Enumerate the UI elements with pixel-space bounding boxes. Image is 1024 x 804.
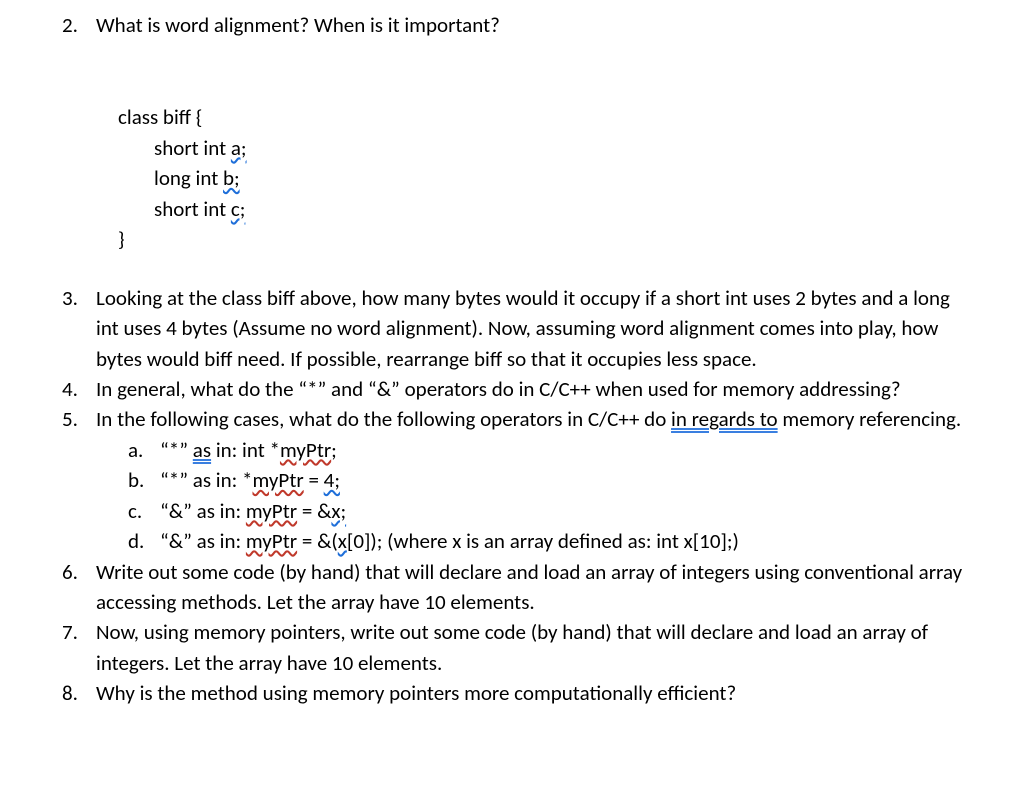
q5-item-c: c. “&” as in: myPtr = &x;: [96, 496, 964, 526]
q5c-p2: = &: [297, 498, 331, 524]
q5d-p1: “&” as in:: [160, 528, 246, 554]
q6-text: Write out some code (by hand) that will …: [96, 557, 964, 618]
q5c-x: x;: [331, 498, 346, 524]
q5b-myptr: myPtr: [252, 467, 303, 493]
q5d-x: x: [338, 528, 347, 554]
question-8: 8. Why is the method using memory pointe…: [60, 678, 964, 708]
code-l3-keyword: long int: [154, 165, 223, 191]
q2-number: 2.: [60, 10, 96, 40]
q5c-p1: “&” as in:: [160, 498, 246, 524]
code-l4-keyword: short int: [154, 196, 231, 222]
q5b-p1: “*” as in: *: [160, 467, 252, 493]
code-line-2: short int a;: [118, 133, 964, 163]
code-l3-var: b;: [223, 165, 240, 191]
q5-item-a: a. “*” as in: int *myPtr;: [96, 435, 964, 465]
code-line-4: short int c;: [118, 194, 964, 224]
q5-text-underlined: in regards to: [671, 406, 778, 432]
q7-text: Now, using memory pointers, write out so…: [96, 617, 964, 678]
q5-item-b: b. “*” as in: *myPtr = 4;: [96, 465, 964, 495]
q3-text: Looking at the class biff above, how man…: [96, 283, 964, 374]
q5a-p2: in: int *: [211, 437, 280, 463]
question-5: 5. In the following cases, what do the f…: [60, 404, 964, 556]
q7-number: 7.: [60, 617, 96, 678]
code-block: class biff { short int a; long int b; sh…: [60, 102, 964, 254]
q5b-content: “*” as in: *myPtr = 4;: [160, 465, 340, 495]
question-4: 4. In general, what do the “*” and “&” o…: [60, 374, 964, 404]
q5c-content: “&” as in: myPtr = &x;: [160, 496, 346, 526]
q8-text: Why is the method using memory pointers …: [96, 678, 964, 708]
q6-number: 6.: [60, 557, 96, 618]
question-7: 7. Now, using memory pointers, write out…: [60, 617, 964, 678]
question-2: 2. What is word alignment? When is it im…: [60, 10, 964, 40]
question-6: 6. Write out some code (by hand) that wi…: [60, 557, 964, 618]
code-l4-var: c;: [231, 196, 246, 222]
q5a-letter: a.: [128, 435, 160, 465]
q5a-p3: ;: [331, 437, 337, 463]
code-l2-var: a;: [231, 135, 247, 161]
q8-number: 8.: [60, 678, 96, 708]
code-l2-keyword: short int: [154, 135, 231, 161]
q5-number: 5.: [60, 404, 96, 556]
q3-number: 3.: [60, 283, 96, 374]
q2-text: What is word alignment? When is it impor…: [96, 10, 964, 40]
q5a-as: as: [193, 437, 211, 463]
q5-item-d: d. “&” as in: myPtr = &(x[0]); (where x …: [96, 526, 964, 556]
q5d-p2: = &(: [297, 528, 338, 554]
question-3: 3. Looking at the class biff above, how …: [60, 283, 964, 374]
q5c-myptr: myPtr: [246, 498, 297, 524]
q5a-p1: “*”: [160, 437, 193, 463]
q5d-content: “&” as in: myPtr = &(x[0]); (where x is …: [160, 526, 739, 556]
q5b-p2: =: [304, 467, 324, 493]
q4-number: 4.: [60, 374, 96, 404]
q5d-letter: d.: [128, 526, 160, 556]
spacer: [60, 40, 964, 102]
q5-text-a: In the following cases, what do the foll…: [96, 406, 671, 432]
q5-body: In the following cases, what do the foll…: [96, 404, 964, 556]
q5d-myptr: myPtr: [246, 528, 297, 554]
q5c-letter: c.: [128, 496, 160, 526]
code-line-5: }: [118, 224, 964, 254]
code-line-1: class biff {: [118, 102, 964, 132]
q5d-p3: [0]); (where x is an array defined as: i…: [347, 528, 739, 554]
q5a-myptr: myPtr: [280, 437, 331, 463]
q4-text: In general, what do the “*” and “&” oper…: [96, 374, 964, 404]
q5b-4: 4;: [324, 467, 340, 493]
q5-text-b: memory referencing.: [778, 406, 962, 432]
q5a-content: “*” as in: int *myPtr;: [160, 435, 337, 465]
code-line-3: long int b;: [118, 163, 964, 193]
q5b-letter: b.: [128, 465, 160, 495]
